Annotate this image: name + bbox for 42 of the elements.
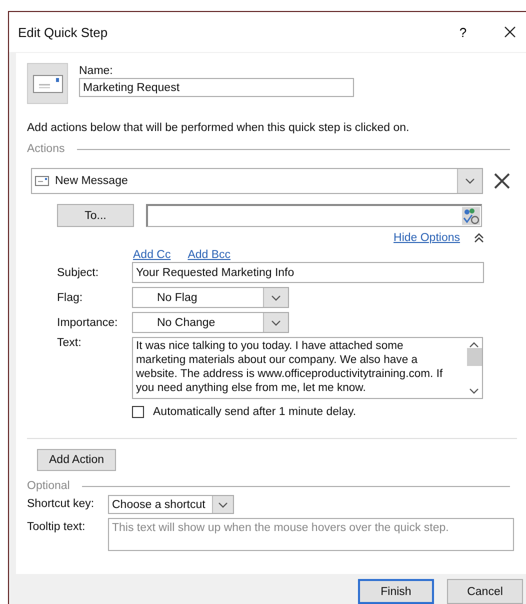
add-bcc-link[interactable]: Add Bcc	[188, 249, 231, 261]
help-button[interactable]: ?	[456, 24, 470, 40]
section-label: Actions	[27, 143, 65, 155]
hide-options-link[interactable]: Hide Options	[394, 232, 460, 244]
finish-button[interactable]: Finish	[358, 579, 434, 604]
scroll-down-icon	[469, 387, 479, 395]
collapse-icon[interactable]	[474, 233, 484, 243]
delete-button[interactable]	[494, 173, 510, 189]
envelope-icon	[35, 176, 49, 186]
close-icon	[504, 26, 516, 38]
field-label: Tooltip text:	[27, 520, 86, 535]
close-button[interactable]	[504, 26, 516, 38]
shortcut-dropdown[interactable]: Choose a shortcut	[108, 495, 234, 514]
checkbox[interactable]	[132, 406, 144, 418]
field-label: Text:	[57, 337, 82, 349]
field-label: Flag:	[57, 292, 84, 304]
name-field[interactable]: Marketing Request	[79, 78, 354, 97]
window-title: Edit Quick Step	[18, 24, 109, 40]
icon-button[interactable]	[27, 63, 68, 104]
envelope-icon	[32, 74, 62, 92]
subject-field[interactable]: Your Requested Marketing Info	[132, 262, 484, 283]
option-dropdown[interactable]: No Change	[132, 312, 289, 333]
option-dropdown[interactable]: No Flag	[132, 287, 289, 308]
recipient-field[interactable]	[146, 204, 482, 227]
add-action-button[interactable]: Add Action	[37, 449, 116, 471]
instruction-text: Add actions below that will be performed when this quick step is clicked on.	[27, 122, 410, 134]
section-label: Optional	[27, 480, 70, 492]
to-button[interactable]: To...	[57, 204, 134, 227]
scroll-up-icon	[469, 341, 479, 349]
field-label: Shortcut key:	[27, 497, 96, 512]
close-icon	[494, 173, 510, 189]
name-label: Name:	[79, 65, 114, 77]
field-label: Importance:	[57, 316, 119, 328]
address-book-icon	[462, 207, 480, 225]
message-text-area[interactable]: It was nice talking to you today. I have attached some marketing materials about our company. We also have a website. The address is www.officeproductivitytraining.com. If you need anything else from me, let me know.	[132, 337, 483, 399]
tooltip-field[interactable]: This text will show up when the mouse hovers over the quick step.	[108, 518, 514, 551]
cancel-button[interactable]: Cancel	[447, 579, 523, 604]
field-label: Subject:	[57, 266, 100, 278]
add-cc-link[interactable]: Add Cc	[133, 249, 171, 261]
checkbox-label: Automatically send after 1 minute delay.	[153, 406, 356, 418]
action-dropdown[interactable]: New Message	[31, 168, 483, 194]
scrollbar-thumb[interactable]	[466, 348, 482, 366]
